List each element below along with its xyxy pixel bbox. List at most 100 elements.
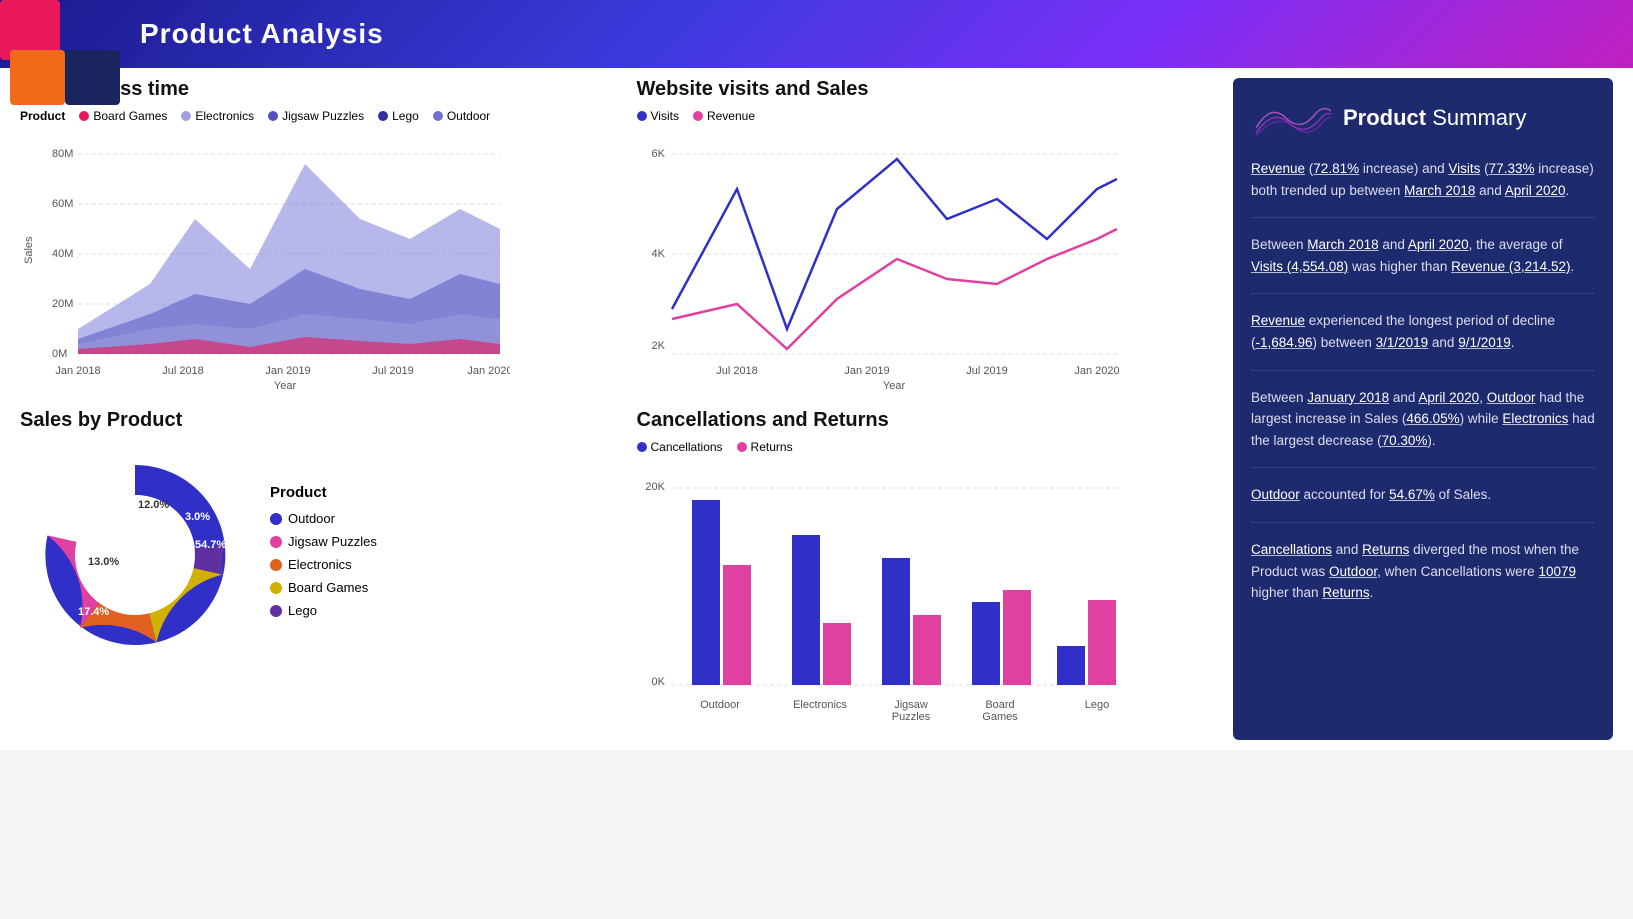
legend-visits: Visits (637, 109, 679, 123)
link-date2[interactable]: 9/1/2019 (1458, 335, 1511, 350)
link-returns[interactable]: Returns (1362, 542, 1409, 557)
summary-p5: Cancellations and Returns diverged the m… (1251, 539, 1595, 620)
revenue-line (672, 229, 1117, 349)
jigsaw-dot (268, 111, 278, 121)
summary-p1: Between March 2018 and April 2020, the a… (1251, 234, 1595, 294)
link-revenue-1[interactable]: Revenue (1251, 313, 1305, 328)
lego-returns-bar (1088, 600, 1116, 685)
summary-title: Product Summary (1343, 105, 1526, 131)
link-visits-avg[interactable]: Visits (4,554.08) (1251, 259, 1348, 274)
website-visits-chart: Website visits and Sales Visits Revenue … (637, 78, 1224, 389)
cancellations-svg: 20K 0K (637, 460, 1127, 720)
link-visits-0[interactable]: Visits (1448, 161, 1480, 176)
link-apr2020-2[interactable]: April 2020 (1408, 237, 1469, 252)
lego-dot (378, 111, 388, 121)
link-10079[interactable]: 10079 (1538, 564, 1576, 579)
returns-label: Returns (751, 440, 793, 454)
jigsaw-pct-label: 17.4% (78, 606, 109, 618)
link-466[interactable]: 466.05% (1406, 411, 1459, 426)
legend-outdoor-label: Outdoor (447, 109, 490, 123)
link-70[interactable]: 70.30% (1382, 433, 1428, 448)
electronics-legend-label: Electronics (288, 557, 352, 572)
x-jigsaw-c: Jigsaw (894, 699, 928, 711)
x-electronics-c: Electronics (793, 699, 847, 711)
sales-by-product-title: Sales by Product (20, 409, 607, 432)
outdoor-returns-bar (723, 565, 751, 685)
electronics-cancel-bar (792, 535, 820, 685)
y-0m: 0M (52, 348, 67, 360)
lego-pct-label: 3.0% (185, 511, 210, 523)
y-40m: 40M (52, 248, 73, 260)
jigsaw-cancel-bar (882, 558, 910, 685)
summary-title-text: Summary (1432, 105, 1526, 130)
logo-orange (10, 50, 65, 105)
link-date1[interactable]: 3/1/2019 (1376, 335, 1429, 350)
visits-line (672, 159, 1117, 329)
electronics-pct-label: 13.0% (88, 556, 119, 568)
returns-dot (737, 442, 747, 452)
x-lego-c: Lego (1084, 699, 1108, 711)
lego-cancel-bar (1057, 646, 1085, 685)
visits-legend: Visits Revenue (637, 109, 1224, 123)
x-jan2020-v: Jan 2020 (1074, 365, 1119, 377)
summary-wave-icon (1251, 98, 1331, 138)
y-4k: 4K (651, 248, 665, 260)
cancellations-legend: Cancellations Returns (637, 440, 1224, 454)
outdoor-dot (433, 111, 443, 121)
link-outdoor-3[interactable]: Outdoor (1329, 564, 1377, 579)
revenue-dot (693, 111, 703, 121)
x-jan2019: Jan 2019 (265, 365, 310, 377)
sales-by-product-chart: Sales by Product (20, 409, 607, 720)
header: Product Analysis (0, 0, 1633, 68)
link-apr2020-3[interactable]: April 2020 (1418, 390, 1479, 405)
link-cancellations[interactable]: Cancellations (1251, 542, 1332, 557)
summary-header: Product Summary (1251, 98, 1595, 138)
link-72[interactable]: 72.81% (1313, 161, 1359, 176)
legend-electronics: Electronics (181, 109, 254, 123)
board-cancel-bar (972, 602, 1000, 685)
y-60m: 60M (52, 198, 73, 210)
legend-electronics-donut: Electronics (270, 557, 377, 572)
x-jul2019: Jul 2019 (372, 365, 414, 377)
website-visits-title: Website visits and Sales (637, 78, 1224, 101)
link-decline[interactable]: -1,684.96 (1256, 335, 1313, 350)
board-returns-bar (1003, 590, 1031, 685)
x-jul2018: Jul 2018 (162, 365, 204, 377)
link-mar2018[interactable]: March 2018 (1404, 183, 1475, 198)
chart-row-1: Sales across time Product Board Games El… (20, 78, 1223, 389)
donut-svg: 54.7% 17.4% 13.0% 12.0% 3.0% (20, 440, 250, 670)
visits-svg: 6K 4K 2K Jul 2018 Jan 2019 Jul 2019 Jan (637, 129, 1127, 389)
cancellations-chart: Cancellations and Returns Cancellations … (637, 409, 1224, 720)
y-2k: 2K (651, 340, 665, 352)
link-returns-2[interactable]: Returns (1322, 585, 1369, 600)
link-5467[interactable]: 54.67% (1389, 487, 1435, 502)
link-77[interactable]: 77.33% (1489, 161, 1535, 176)
link-mar2018-2[interactable]: March 2018 (1307, 237, 1378, 252)
link-electronics-1[interactable]: Electronics (1502, 411, 1568, 426)
charts-area: Sales across time Product Board Games El… (20, 78, 1233, 740)
link-jan2018[interactable]: January 2018 (1307, 390, 1389, 405)
logo-dark (65, 50, 120, 105)
donut-group (45, 465, 225, 645)
donut-legend: Product Outdoor Jigsaw Puzzles Electroni… (270, 484, 377, 626)
legend-jigsaw-donut: Jigsaw Puzzles (270, 534, 377, 549)
jigsaw-legend-dot (270, 536, 282, 548)
link-outdoor-1[interactable]: Outdoor (1487, 390, 1536, 405)
legend-returns: Returns (737, 440, 793, 454)
x-jan2019-v: Jan 2019 (844, 365, 889, 377)
jigsaw-returns-bar (913, 615, 941, 685)
legend-lego-donut: Lego (270, 603, 377, 618)
legend-cancellations: Cancellations (637, 440, 723, 454)
link-outdoor-2[interactable]: Outdoor (1251, 487, 1300, 502)
donut-legend-title: Product (270, 484, 377, 501)
legend-board-donut: Board Games (270, 580, 377, 595)
link-revenue-0[interactable]: Revenue (1251, 161, 1305, 176)
electronics-legend-dot (270, 559, 282, 571)
legend-lego: Lego (378, 109, 419, 123)
summary-title-bold: Product (1343, 105, 1426, 130)
link-revenue-avg[interactable]: Revenue (3,214.52) (1451, 259, 1570, 274)
summary-p2: Revenue experienced the longest period o… (1251, 310, 1595, 370)
main-content: Sales across time Product Board Games El… (0, 68, 1633, 750)
y-20m: 20M (52, 298, 73, 310)
link-apr2020[interactable]: April 2020 (1505, 183, 1566, 198)
